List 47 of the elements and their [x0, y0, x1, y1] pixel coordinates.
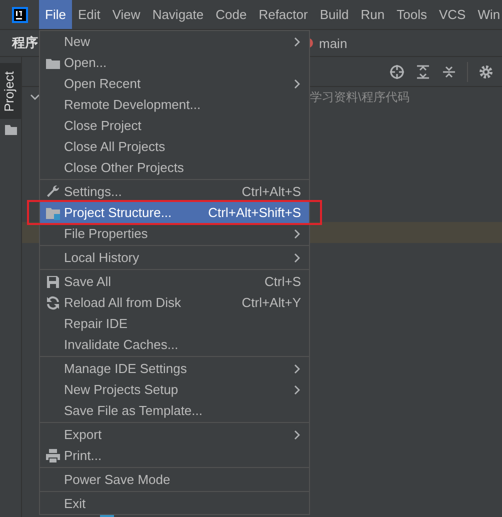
menu-item[interactable]: Print...: [40, 445, 309, 466]
reload-icon: [45, 294, 61, 310]
menu-bar-item[interactable]: Run: [354, 0, 391, 29]
menu-item[interactable]: Exit: [40, 493, 309, 514]
collapse-all-icon[interactable]: [441, 64, 457, 80]
menu-item[interactable]: Repair IDE: [40, 313, 309, 334]
menu-item[interactable]: Settings... Ctrl+Alt+S: [40, 181, 309, 202]
menu-bar-item[interactable]: Edit: [72, 0, 106, 29]
menu-bar-item[interactable]: Tools: [390, 0, 433, 29]
menu-item[interactable]: Save All Ctrl+S: [40, 271, 309, 292]
menu-item[interactable]: Project Structure... Ctrl+Alt+Shift+S: [40, 202, 309, 223]
menu-item[interactable]: Open Recent: [40, 73, 309, 94]
folder-icon: [4, 125, 16, 135]
project-path: 学习资料\程序代码: [310, 89, 410, 106]
menu-item[interactable]: Close Other Projects: [40, 157, 309, 178]
wrench-icon: [45, 184, 61, 200]
chevron-down-icon[interactable]: [30, 93, 40, 101]
menu-bar-item[interactable]: File: [39, 0, 72, 29]
menu-bar-item[interactable]: Win: [472, 0, 502, 29]
menu-item[interactable]: New: [40, 31, 309, 52]
menu-bar-item[interactable]: Code: [210, 0, 253, 29]
menu-bar-item[interactable]: VCS: [432, 0, 472, 29]
menu-item[interactable]: Close All Projects: [40, 136, 309, 157]
menu-item[interactable]: Open...: [40, 52, 309, 73]
project-tool-tab[interactable]: Project: [0, 63, 21, 119]
menu-bar-item[interactable]: Navigate: [146, 0, 210, 29]
menu-bar-item[interactable]: Refactor: [252, 0, 314, 29]
settings-icon[interactable]: [478, 64, 494, 80]
menu-item[interactable]: Reload All from Disk Ctrl+Alt+Y: [40, 292, 309, 313]
branch-name[interactable]: main: [319, 36, 348, 50]
menu-bar-item[interactable]: Build: [314, 0, 355, 29]
save-icon: [45, 274, 61, 290]
menu-item[interactable]: Remote Development...: [40, 94, 309, 115]
menu-item[interactable]: Local History: [40, 247, 309, 268]
menu-item[interactable]: Manage IDE Settings: [40, 358, 309, 379]
menu-item[interactable]: File Properties: [40, 223, 309, 244]
menu-item[interactable]: Save File as Template...: [40, 400, 309, 421]
menu-item[interactable]: Power Save Mode: [40, 469, 309, 490]
menu-item[interactable]: Export: [40, 424, 309, 445]
menu-item[interactable]: Invalidate Caches...: [40, 334, 309, 355]
printer-icon: [45, 448, 61, 464]
menu-bar-item[interactable]: View: [106, 0, 146, 29]
target-icon[interactable]: [389, 64, 405, 80]
expand-all-icon[interactable]: [415, 64, 431, 80]
app-logo-icon: [12, 6, 28, 22]
menu-item[interactable]: Close Project: [40, 115, 309, 136]
menu-item[interactable]: New Projects Setup: [40, 379, 309, 400]
